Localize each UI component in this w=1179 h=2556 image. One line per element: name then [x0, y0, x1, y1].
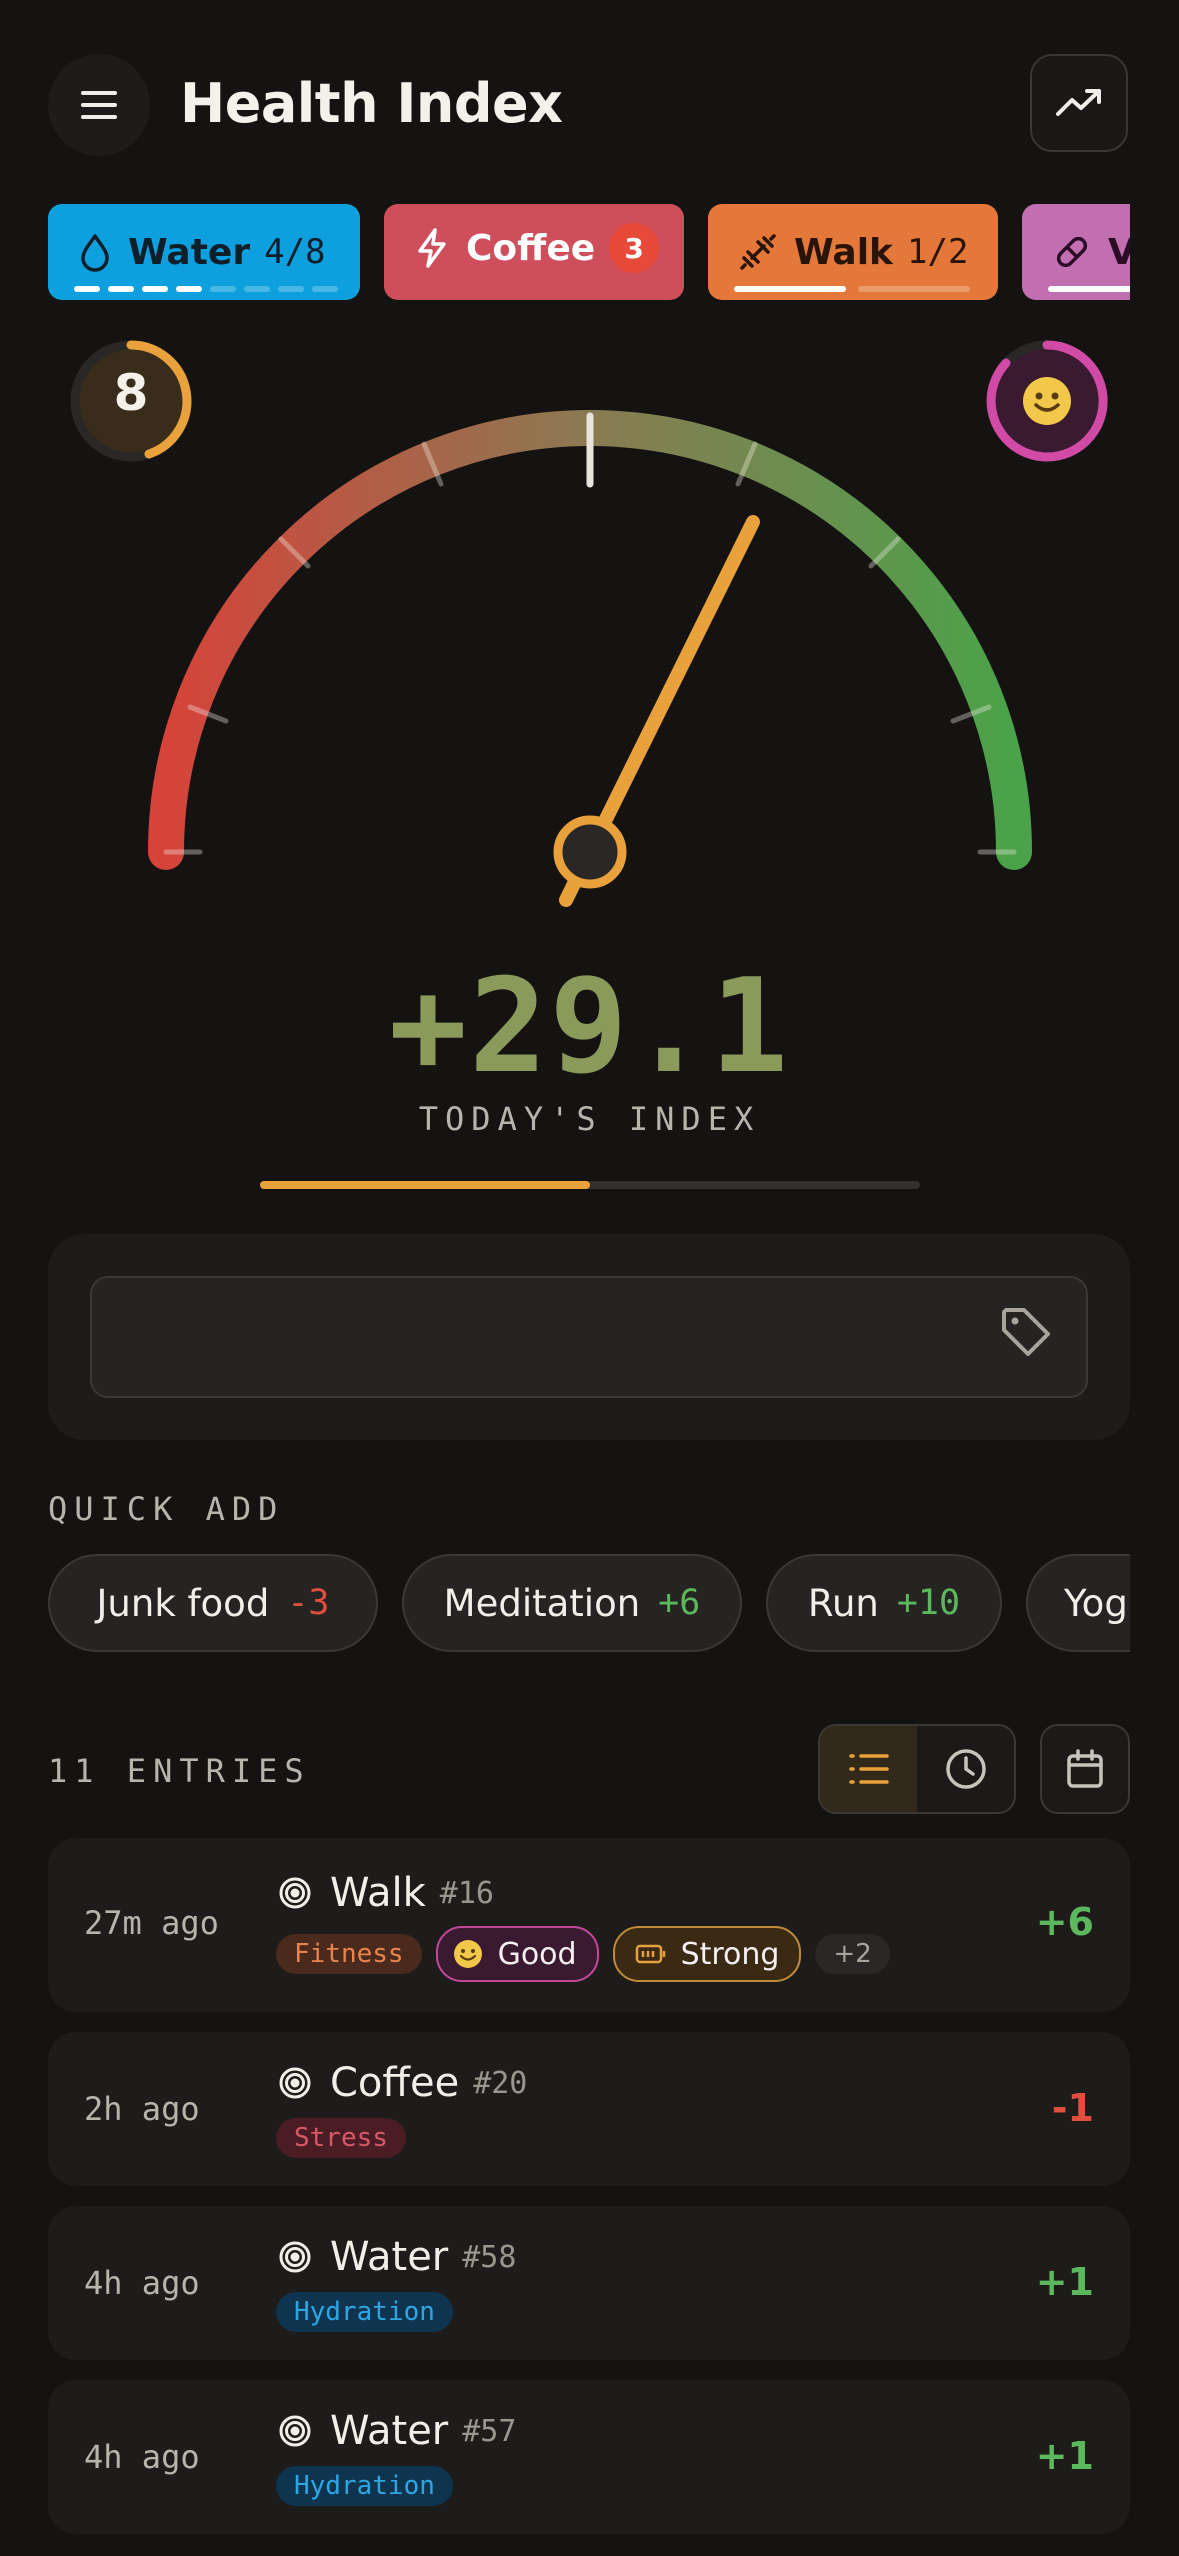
habit-chip-walk[interactable]: Walk 1/2	[708, 204, 998, 300]
index-progress-fill	[260, 1181, 590, 1189]
quick-add-label: Yog	[1064, 1581, 1128, 1625]
entry-name: Walk	[330, 1870, 426, 1916]
entry-input[interactable]	[90, 1276, 1088, 1398]
entry-tags: Hydration	[276, 2466, 453, 2506]
view-toggle	[818, 1724, 1016, 1814]
streak-value: 8	[113, 364, 149, 422]
energy-label: Strong	[680, 1936, 780, 1972]
mood-tag: Good	[435, 1926, 599, 1982]
page-title: Health Index	[180, 72, 563, 135]
entry-name: Water	[330, 2408, 449, 2454]
entry-row[interactable]: 2h ago Coffee #20 Stress -1	[48, 2032, 1130, 2186]
index-progress-bar	[260, 1181, 920, 1189]
quick-add-label: Run	[807, 1581, 879, 1625]
habit-label: Coffee	[466, 227, 596, 269]
target-icon	[278, 2066, 312, 2100]
tag-hydration: Hydration	[276, 2466, 453, 2506]
target-icon	[278, 2414, 312, 2448]
index-value: +29.1	[388, 950, 791, 1102]
entry-number: #20	[473, 2065, 528, 2101]
habit-progress	[74, 286, 338, 292]
entry-row[interactable]: 4h ago Water #57 Hydration +1	[48, 2380, 1130, 2534]
entry-tags: Stress	[276, 2118, 406, 2158]
entry-title: Water #57	[278, 2408, 516, 2454]
tag-hydration: Hydration	[276, 2292, 453, 2332]
target-icon	[278, 2240, 312, 2274]
quick-add-delta: +6	[658, 1583, 701, 1623]
quick-add-label: Junk food	[96, 1581, 270, 1625]
entry-title: Walk #16	[278, 1870, 494, 1916]
calendar-icon	[1067, 1749, 1103, 1788]
entries-count: 11 ENTRIES	[48, 1752, 311, 1790]
entry-tags: Fitness Good Strong +2	[276, 1926, 890, 1982]
entry-row[interactable]: 4h ago Water #58 Hydration +1	[48, 2206, 1130, 2360]
gauge-arc	[148, 410, 1032, 870]
entry-time: 2h ago	[84, 2090, 200, 2128]
quick-add-delta: -3	[287, 1583, 330, 1623]
quick-add-row: Junk food -3 Meditation +6 Run +10 Yog	[48, 1554, 1130, 1654]
hamburger-icon	[81, 91, 117, 119]
habit-label: Water	[128, 231, 251, 273]
target-icon	[278, 1876, 312, 1910]
more-tags-badge[interactable]: +2	[815, 1934, 890, 1974]
habit-chip-vitamins[interactable]: V	[1022, 204, 1130, 300]
entry-tags: Hydration	[276, 2292, 453, 2332]
habit-chip-water[interactable]: Water 4/8	[48, 204, 360, 300]
habit-count: 1/2	[907, 232, 969, 272]
entry-score: +6	[1035, 1900, 1094, 1944]
energy-tag: Strong	[612, 1926, 802, 1982]
list-icon	[848, 1754, 889, 1784]
quick-add-label: Meditation	[443, 1581, 641, 1625]
dumbbell-icon	[740, 234, 776, 270]
habit-count: 4/8	[264, 232, 326, 272]
habit-progress	[734, 286, 970, 292]
entry-time: 27m ago	[84, 1904, 219, 1942]
entry-number: #58	[462, 2239, 517, 2275]
tag-stress: Stress	[276, 2118, 406, 2158]
entry-number: #16	[439, 1875, 494, 1911]
index-caption: TODAY'S INDEX	[418, 1100, 761, 1138]
quick-add-junk-food[interactable]: Junk food -3	[48, 1554, 378, 1652]
pill-icon	[1056, 236, 1088, 268]
entry-score: +1	[1035, 2260, 1094, 2304]
calendar-button[interactable]	[1040, 1724, 1130, 1814]
gauge-hub	[553, 815, 627, 889]
habit-label: V	[1108, 231, 1130, 273]
smiley-icon	[453, 1940, 482, 1968]
habit-progress	[1048, 286, 1130, 292]
clock-icon	[945, 1749, 986, 1789]
quick-add-meditation[interactable]: Meditation +6	[402, 1554, 742, 1652]
entry-number: #57	[462, 2413, 517, 2449]
entry-name: Coffee	[330, 2060, 460, 2106]
timeline-view-button[interactable]	[917, 1726, 1014, 1812]
menu-button[interactable]	[48, 54, 150, 156]
entry-title: Coffee #20	[278, 2060, 527, 2106]
entry-title: Water #58	[278, 2234, 516, 2280]
entry-score: +1	[1035, 2434, 1094, 2478]
gauge-ticks	[163, 441, 1017, 855]
entry-time: 4h ago	[84, 2264, 200, 2302]
count-badge: 3	[609, 223, 660, 273]
list-view-button[interactable]	[820, 1726, 917, 1812]
smiley-icon	[1023, 377, 1071, 425]
droplet-icon	[81, 234, 109, 272]
entry-time: 4h ago	[84, 2438, 200, 2476]
quick-add-title: QUICK ADD	[48, 1490, 285, 1528]
habit-label: Walk	[794, 231, 893, 273]
mood-label: Good	[497, 1936, 577, 1972]
trending-up-icon	[1056, 89, 1101, 116]
battery-icon	[635, 1944, 665, 1964]
entry-score: -1	[1051, 2086, 1094, 2130]
trends-button[interactable]	[1030, 54, 1128, 152]
tag-fitness: Fitness	[276, 1934, 422, 1974]
tag-icon[interactable]	[998, 1304, 1054, 1360]
entry-name: Water	[330, 2234, 449, 2280]
quick-add-run[interactable]: Run +10	[766, 1554, 1002, 1652]
lightning-icon	[418, 228, 446, 268]
entry-row[interactable]: 27m ago Walk #16 Fitness Good Strong +2 …	[48, 1838, 1130, 2012]
quick-add-delta: +10	[896, 1583, 961, 1623]
quick-add-yoga[interactable]: Yog	[1026, 1554, 1130, 1652]
habit-tracker-row: Water 4/8 Coffee 3 Walk 1/2 V	[48, 204, 1130, 300]
habit-chip-coffee[interactable]: Coffee 3	[384, 204, 684, 300]
